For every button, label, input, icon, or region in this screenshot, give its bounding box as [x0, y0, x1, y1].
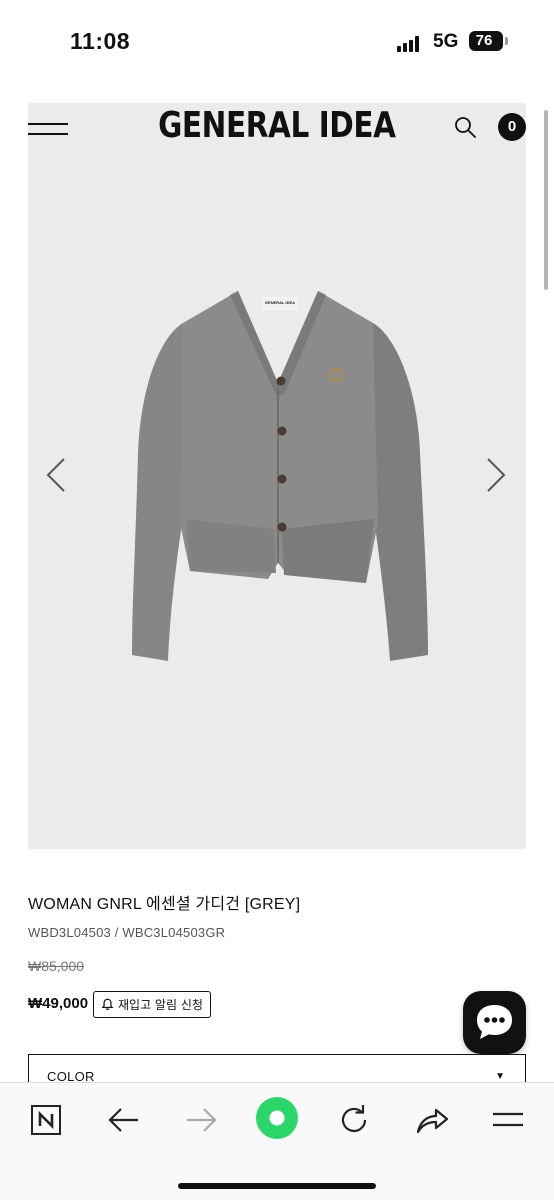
cart-count-badge[interactable]: 0 — [498, 113, 526, 141]
product-title: WOMAN GNRL 에센셜 가디건 [GREY] — [28, 896, 301, 913]
search-icon[interactable] — [453, 115, 477, 139]
battery-icon: 76 — [469, 31, 503, 51]
battery-cap — [505, 37, 508, 45]
caret-down-icon: ▼ — [495, 1071, 505, 1082]
home-indicator — [178, 1183, 376, 1189]
chevron-left-icon[interactable] — [44, 455, 68, 495]
menu-icon[interactable] — [486, 1098, 530, 1142]
bell-icon — [101, 998, 114, 1010]
product-image — [132, 291, 428, 661]
product-code: WBD3L04503 / WBC3L04503GR — [28, 925, 226, 940]
green-home-icon[interactable] — [255, 1096, 299, 1140]
status-time: 11:08 — [70, 28, 131, 54]
share-icon[interactable] — [410, 1098, 454, 1142]
chat-bubble-icon — [477, 1005, 512, 1039]
page-scrollbar[interactable] — [544, 110, 548, 290]
naver-logo-icon[interactable] — [24, 1098, 68, 1142]
chevron-right-icon[interactable] — [484, 455, 508, 495]
browser-toolbar — [0, 1082, 554, 1200]
sale-price: ₩49,000 — [28, 995, 89, 1012]
status-bar: 11:08 5G 76 — [0, 0, 554, 84]
chat-button[interactable] — [463, 991, 526, 1054]
network-type: 5G — [433, 31, 459, 52]
restock-alert-label: 재입고 알림 신청 — [118, 998, 203, 1012]
cellular-signal-icon — [397, 36, 423, 52]
garment-tag-text: GENERAL IDEA — [264, 300, 296, 305]
back-arrow-icon[interactable] — [102, 1098, 146, 1142]
forward-arrow-icon[interactable] — [179, 1098, 223, 1142]
battery-level: 76 — [475, 32, 493, 49]
product-hero: GENERAL IDEA 0 GENERAL IDEA — [28, 103, 526, 849]
brand-logo[interactable]: GENERAL IDEA — [28, 103, 526, 146]
reload-icon[interactable] — [332, 1098, 376, 1142]
brand-logo-text: GENERAL IDEA — [158, 105, 396, 146]
original-price: ₩85,000 — [28, 958, 85, 974]
restock-alert-button[interactable]: 재입고 알림 신청 — [93, 991, 211, 1018]
